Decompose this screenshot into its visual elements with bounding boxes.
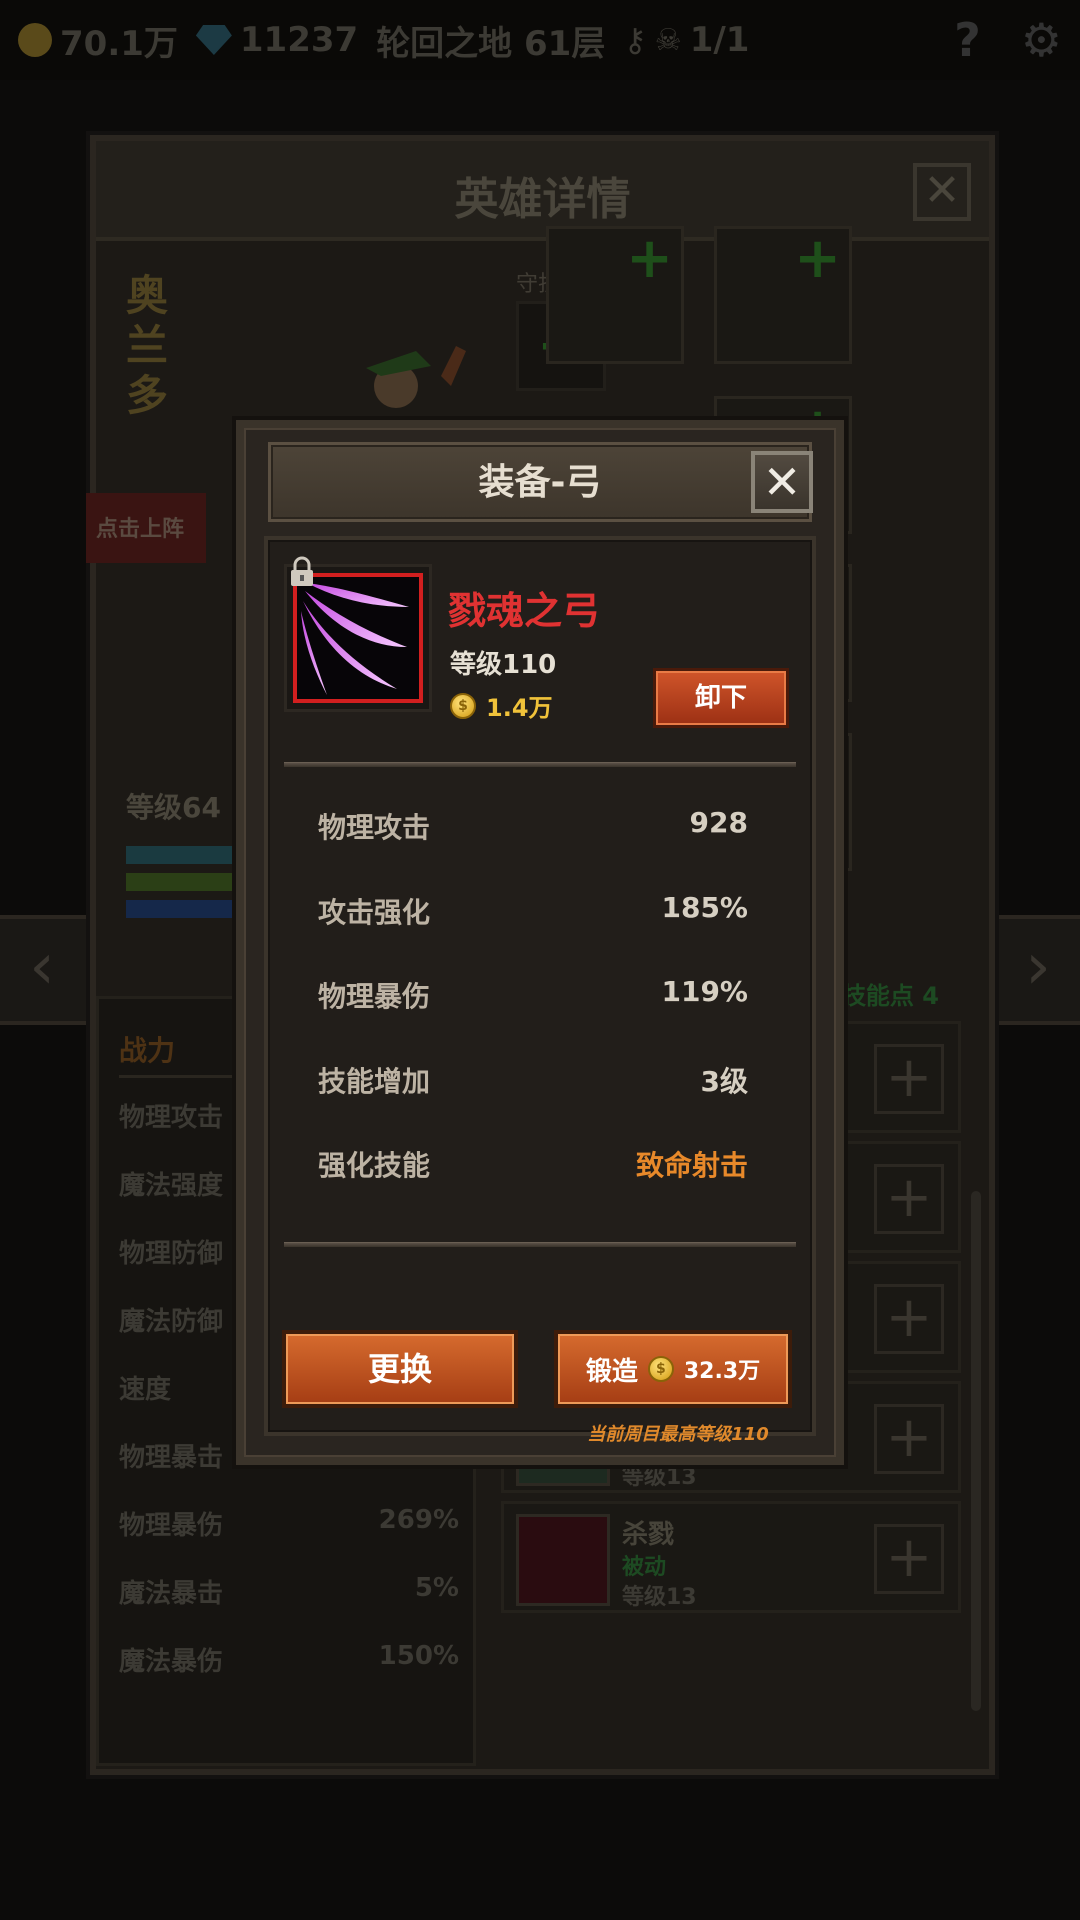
slaughter-skill-icon xyxy=(516,1514,610,1606)
dialog-title: 装备-弓 xyxy=(478,462,602,503)
power-title: 战力 xyxy=(119,1034,176,1067)
unequip-button[interactable]: 卸下 xyxy=(653,668,789,728)
stat-row: 魔法暴伤 150% xyxy=(119,1641,459,1681)
attribute-value: 3级 xyxy=(700,1065,748,1098)
skill-level: 等级13 xyxy=(622,1585,697,1610)
attribute-label: 技能增加 xyxy=(318,1065,431,1098)
attribute-label: 物理暴伤 xyxy=(318,980,431,1013)
next-hero-arrow[interactable]: › xyxy=(988,915,1080,1025)
deploy-hero-button[interactable]: 点击上阵 xyxy=(86,493,206,563)
stat-label: 魔法暴伤 xyxy=(119,1647,224,1677)
equipment-slot[interactable]: + xyxy=(714,226,852,364)
forge-cost: 32.3万 xyxy=(683,1359,761,1384)
hero-name: 奥兰多 xyxy=(126,271,169,420)
hero-panel-title: 英雄详情 xyxy=(454,174,631,225)
skill-name: 杀戮 xyxy=(622,1520,675,1550)
stat-value: 269% xyxy=(378,1505,459,1535)
hero-panel-close-button[interactable]: ✕ xyxy=(913,163,971,221)
top-status-bar: 70.1万 11237 轮回之地 61层 ⚷ ☠ 1/1 ? ⚙ xyxy=(0,0,1080,80)
stat-label: 速度 xyxy=(119,1375,172,1405)
item-price: $ 1.4万 xyxy=(450,688,553,723)
add-plus-icon: + xyxy=(626,226,673,291)
gold-coin-icon xyxy=(18,23,52,57)
attribute-row: 物理攻击 928 xyxy=(318,806,748,846)
boss-count: 1/1 xyxy=(689,20,750,60)
skill-upgrade-plus-icon[interactable]: + xyxy=(874,1044,944,1114)
stat-label: 物理暴伤 xyxy=(119,1511,224,1541)
hero-panel-header: 英雄详情 ✕ xyxy=(96,141,989,241)
skill-upgrade-plus-icon[interactable]: + xyxy=(874,1524,944,1594)
skill-item[interactable]: 杀戮 被动 等级13 + xyxy=(501,1501,961,1613)
enhanced-skill-value: 致命射击 xyxy=(635,1149,748,1182)
equipment-detail-dialog: 装备-弓 ✕ 戮魂之弓 等级110 $ 1.4万 卸下 物理攻击 928 攻击强… xyxy=(236,420,844,1465)
gold-coin-icon: $ xyxy=(647,1356,674,1382)
close-button[interactable]: ✕ xyxy=(751,451,813,513)
add-plus-icon: + xyxy=(794,226,841,291)
gold-coin-icon: $ xyxy=(450,692,476,719)
gold-amount: 70.1万 xyxy=(60,23,178,64)
gold-counter: 70.1万 xyxy=(18,16,178,65)
equipment-slot[interactable]: + xyxy=(546,226,684,364)
skill-points-label: 技能点 4 xyxy=(841,982,939,1010)
stat-label: 魔法强度 xyxy=(119,1171,224,1201)
previous-hero-arrow[interactable]: ‹ xyxy=(0,915,92,1025)
forge-label: 锻造 xyxy=(585,1356,638,1387)
gem-amount: 11237 xyxy=(239,20,359,60)
stat-value: 150% xyxy=(378,1641,459,1671)
attribute-value: 119% xyxy=(661,975,748,1008)
skill-upgrade-plus-icon[interactable]: + xyxy=(874,1404,944,1474)
max-level-note: 当前周目最高等级110 xyxy=(587,1424,769,1445)
attribute-row: 物理暴伤 119% xyxy=(318,975,748,1015)
lock-icon[interactable] xyxy=(288,556,316,588)
skill-list-scrollbar[interactable] xyxy=(971,1191,981,1711)
gem-counter: 11237 xyxy=(195,20,359,60)
stat-label: 魔法防御 xyxy=(119,1307,224,1337)
divider xyxy=(284,762,796,767)
boss-counter: ⚷ ☠ 1/1 xyxy=(623,20,749,60)
skill-upgrade-plus-icon[interactable]: + xyxy=(874,1284,944,1354)
attribute-value: 928 xyxy=(689,806,748,839)
stage-name: 轮回之地 61层 xyxy=(376,23,606,64)
stat-label: 物理暴击 xyxy=(119,1443,224,1473)
attribute-label: 强化技能 xyxy=(318,1149,431,1182)
divider xyxy=(284,1242,796,1247)
stat-label: 魔法暴击 xyxy=(119,1579,224,1609)
stat-label: 物理攻击 xyxy=(119,1103,224,1133)
stat-label: 物理防御 xyxy=(119,1239,224,1269)
stat-value: 5% xyxy=(414,1573,459,1603)
attribute-row: 强化技能 致命射击 xyxy=(318,1144,748,1184)
item-price-value: 1.4万 xyxy=(486,694,553,722)
skill-type: 被动 xyxy=(622,1555,667,1580)
item-level: 等级110 xyxy=(450,650,557,680)
attribute-label: 物理攻击 xyxy=(318,811,431,844)
attribute-row: 技能增加 3级 xyxy=(318,1060,748,1100)
attribute-value: 185% xyxy=(661,891,748,924)
replace-button[interactable]: 更换 xyxy=(282,1330,518,1408)
stat-row: 物理暴伤 269% xyxy=(119,1505,459,1545)
attribute-label: 攻击强化 xyxy=(318,896,431,929)
help-icon[interactable]: ? xyxy=(954,13,981,67)
purple-feather-arrows-icon xyxy=(293,573,423,703)
stage-indicator: 轮回之地 61层 xyxy=(376,16,605,65)
gem-icon xyxy=(195,25,232,55)
skill-upgrade-plus-icon[interactable]: + xyxy=(874,1164,944,1234)
dialog-header: 装备-弓 ✕ xyxy=(268,442,813,522)
hero-level: 等级64 xyxy=(126,791,221,824)
skull-icon: ☠ xyxy=(654,22,682,58)
key-icon: ⚷ xyxy=(623,21,647,59)
item-name: 戮魂之弓 xyxy=(448,589,601,633)
dialog-body: 戮魂之弓 等级110 $ 1.4万 卸下 物理攻击 928 攻击强化 185% … xyxy=(264,536,816,1445)
forge-button[interactable]: 锻造 $ 32.3万 xyxy=(554,1330,792,1408)
settings-gear-icon[interactable]: ⚙ xyxy=(1021,13,1062,67)
attribute-row: 攻击强化 185% xyxy=(318,891,748,931)
stat-row: 魔法暴击 5% xyxy=(119,1573,459,1613)
